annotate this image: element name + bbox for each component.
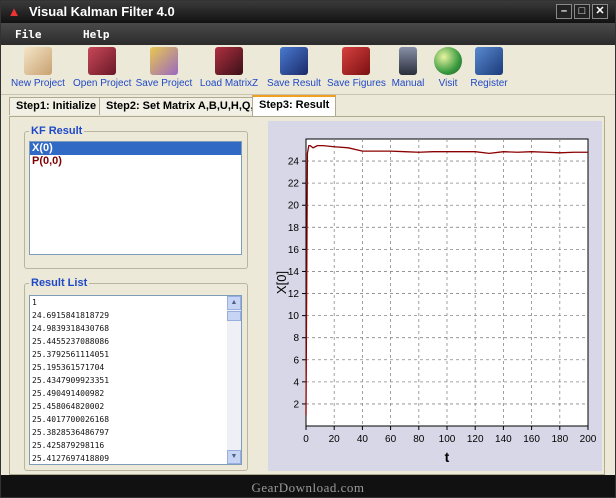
kf-result-list[interactable]: X(0) P(0,0) <box>29 141 242 255</box>
result-row[interactable]: 25.4127697418809 <box>30 452 241 464</box>
save-figures-icon <box>342 47 370 75</box>
x-tick-label: 160 <box>523 434 540 445</box>
result-row[interactable]: 25.3828536486797 <box>30 426 241 439</box>
result-row[interactable]: 24.6915841818729 <box>30 309 241 322</box>
y-tick-label: 16 <box>288 245 300 256</box>
x-tick-label: 100 <box>439 434 456 445</box>
result-row[interactable]: 25.490491400982 <box>30 387 241 400</box>
x-tick-label: 20 <box>329 434 341 445</box>
result-row[interactable]: 25.4347909923351 <box>30 374 241 387</box>
result-row[interactable]: 1 <box>30 296 241 309</box>
save-result-icon <box>280 47 308 75</box>
result-list[interactable]: 1 24.6915841818729 24.9839318430768 25.4455… <box>29 295 242 465</box>
tab-initialize[interactable]: Step1: Initialize <box>9 97 104 115</box>
result-row[interactable]: 25.195361571704 <box>30 361 241 374</box>
maximize-button[interactable]: □ <box>574 4 590 19</box>
kf-result-title: KF Result <box>31 125 83 137</box>
app-icon: ▲ <box>7 4 21 19</box>
title-bar[interactable]: ▲ Visual Kalman Filter 4.0 – □ ✕ <box>1 1 615 23</box>
result-row[interactable]: 25.4017700026168 <box>30 413 241 426</box>
x-tick-label: 180 <box>551 434 568 445</box>
x-axis-label: t <box>445 449 450 465</box>
x-tick-label: 60 <box>385 434 397 445</box>
y-tick-label: 24 <box>288 157 300 168</box>
menu-bar: File Help <box>1 23 615 45</box>
app-window: ▲ Visual Kalman Filter 4.0 – □ ✕ File He… <box>0 0 616 498</box>
save-figures-button[interactable]: Save Figures <box>327 47 386 93</box>
menu-help[interactable]: Help <box>83 28 110 41</box>
register-icon <box>475 47 503 75</box>
load-matrix-button[interactable]: Load MatrixZ <box>199 47 259 93</box>
kf-result-item[interactable]: X(0) <box>30 142 241 155</box>
scroll-up-icon[interactable]: ▲ <box>227 296 241 310</box>
result-row[interactable]: 25.3792561114051 <box>30 348 241 361</box>
save-result-button[interactable]: Save Result <box>265 47 323 93</box>
result-panel: KF Result X(0) P(0,0) Result List 1 24.69… <box>9 116 605 475</box>
tab-set-matrix[interactable]: Step2: Set Matrix A,B,U,H,Q,R <box>99 97 269 115</box>
save-project-button[interactable]: Save Project <box>135 47 193 93</box>
result-list-group: Result List 1 24.6915841818729 24.98393184… <box>24 277 248 471</box>
x-tick-label: 120 <box>467 434 484 445</box>
x-tick-label: 80 <box>413 434 425 445</box>
new-project-icon <box>24 47 52 75</box>
x-tick-label: 40 <box>357 434 369 445</box>
chart-area: 0 20 40 60 80 100 120 140 160 180 200 2 4 6 8 10 12 14 16 1… <box>268 121 602 471</box>
close-button[interactable]: ✕ <box>592 4 608 19</box>
result-row[interactable]: 25.458064820002 <box>30 400 241 413</box>
kf-result-group: KF Result X(0) P(0,0) <box>24 125 248 269</box>
manual-icon <box>399 47 417 75</box>
result-row[interactable]: 25.425879298116 <box>30 439 241 452</box>
y-tick-label: 22 <box>288 179 300 190</box>
menu-file[interactable]: File <box>15 28 42 41</box>
x-tick-label: 200 <box>580 434 597 445</box>
window-title: Visual Kalman Filter 4.0 <box>29 4 175 19</box>
minimize-button[interactable]: – <box>556 4 572 19</box>
scroll-thumb[interactable] <box>227 311 241 321</box>
scroll-down-icon[interactable]: ▼ <box>227 450 241 464</box>
result-list-title: Result List <box>31 277 88 289</box>
new-project-button[interactable]: New Project <box>9 47 67 93</box>
y-tick-label: 10 <box>288 311 300 322</box>
y-tick-label: 4 <box>293 377 299 388</box>
y-axis-label: X[0] <box>274 271 289 294</box>
x-tick-label: 0 <box>303 434 309 445</box>
x-tick-label: 140 <box>495 434 512 445</box>
y-tick-label: 12 <box>288 289 300 300</box>
y-tick-label: 20 <box>288 201 300 212</box>
save-project-icon <box>150 47 178 75</box>
load-matrix-icon <box>215 47 243 75</box>
y-tick-label: 14 <box>288 267 300 278</box>
y-tick-label: 18 <box>288 223 300 234</box>
kf-result-item[interactable]: P(0,0) <box>30 155 241 168</box>
open-project-button[interactable]: Open Project <box>73 47 131 93</box>
visit-icon <box>434 47 462 75</box>
tab-result[interactable]: Step3: Result <box>252 95 337 116</box>
vertical-scrollbar[interactable]: ▲ ▼ <box>227 296 241 464</box>
y-tick-label: 6 <box>293 355 299 366</box>
result-rows: 1 24.6915841818729 24.9839318430768 25.4455… <box>30 296 241 464</box>
register-button[interactable]: Register <box>469 47 509 93</box>
toolbar: New Project Open Project Save Project Lo… <box>1 45 615 95</box>
visit-button[interactable]: Visit <box>431 47 465 93</box>
open-project-icon <box>88 47 116 75</box>
y-tick-label: 8 <box>293 333 299 344</box>
y-tick-label: 2 <box>293 399 299 410</box>
line-chart: 0 20 40 60 80 100 120 140 160 180 2002468101214161… <box>274 138 597 465</box>
watermark: GearDownload.com <box>251 480 365 495</box>
result-row[interactable]: 25.4455237088086 <box>30 335 241 348</box>
manual-button[interactable]: Manual <box>391 47 425 93</box>
result-row[interactable]: 24.9839318430768 <box>30 322 241 335</box>
